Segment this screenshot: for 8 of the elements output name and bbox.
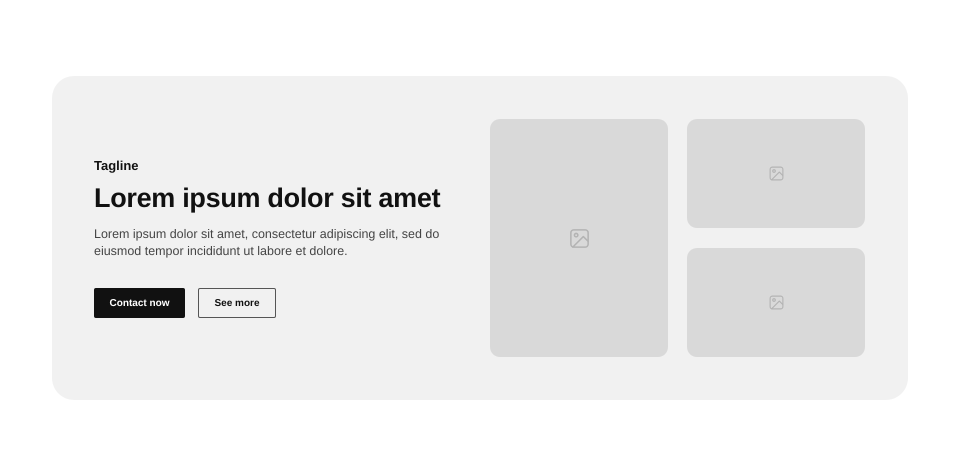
hero-description: Lorem ipsum dolor sit amet, consectetur adipiscing elit, sed do eiusmod tempor incididunt ut labore et dolore. (94, 226, 440, 260)
see-more-button[interactable]: See more (198, 288, 276, 318)
image-icon (568, 226, 590, 250)
image-icon (768, 294, 784, 311)
contact-button[interactable]: Contact now (94, 288, 185, 318)
hero-heading: Lorem ipsum dolor sit amet (94, 183, 442, 214)
tagline: Tagline (94, 158, 140, 173)
image-icon (768, 165, 784, 182)
